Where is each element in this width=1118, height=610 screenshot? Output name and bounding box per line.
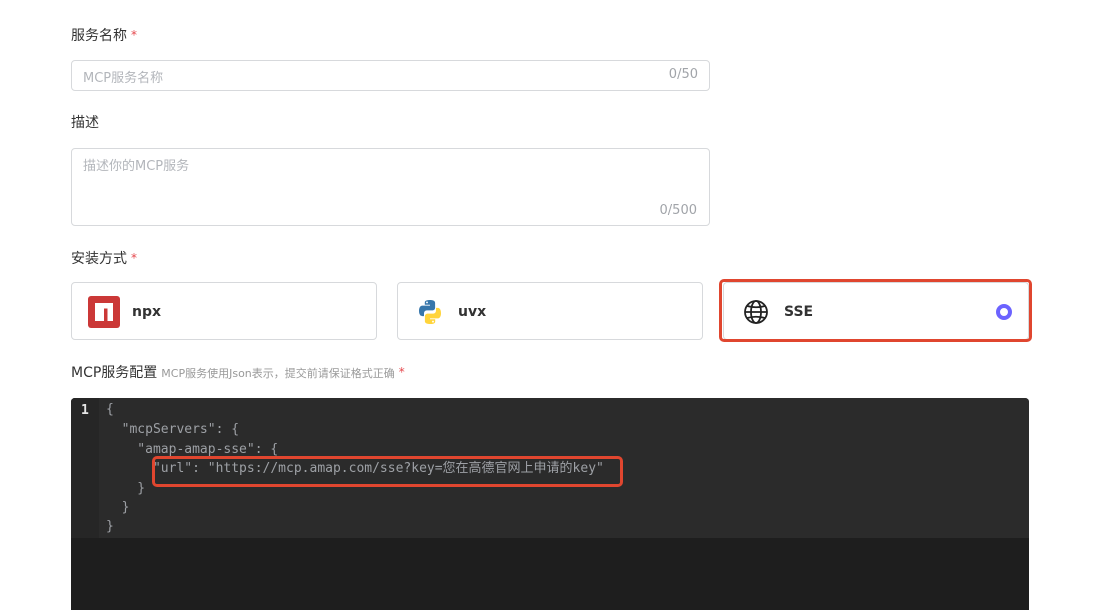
- code-line: "url": "https://mcp.amap.com/sse?key=您在高…: [106, 461, 604, 476]
- json-code-editor[interactable]: 1 { "mcpServers": { "amap-amap-sse": { "…: [71, 398, 1029, 610]
- npm-icon: [88, 296, 120, 328]
- required-mark: *: [131, 28, 137, 42]
- install-option-sse[interactable]: SSE: [723, 282, 1029, 340]
- description-label: 描述: [71, 115, 99, 131]
- code-line: }: [106, 519, 114, 534]
- editor-gutter: [71, 398, 99, 538]
- service-name-counter: 0/50: [668, 67, 698, 82]
- code-line: }: [106, 481, 146, 496]
- description-textarea[interactable]: 描述你的MCP服务 0/500: [71, 148, 710, 226]
- python-icon: [414, 296, 446, 328]
- globe-icon: [740, 296, 772, 328]
- service-name-placeholder: MCP服务名称: [83, 71, 164, 86]
- description-placeholder: 描述你的MCP服务: [83, 159, 190, 174]
- install-option-label: npx: [132, 304, 162, 320]
- required-mark: *: [131, 251, 137, 265]
- required-mark: *: [398, 365, 405, 379]
- install-option-label: uvx: [458, 304, 487, 320]
- config-hint: MCP服务使用Json表示，提交前请保证格式正确: [161, 367, 395, 380]
- install-option-uvx[interactable]: uvx: [397, 282, 703, 340]
- install-option-label: SSE: [784, 304, 814, 320]
- service-name-label: 服务名称 *: [71, 28, 137, 44]
- install-option-npx[interactable]: npx: [71, 282, 377, 340]
- code-line: }: [106, 500, 130, 515]
- line-number: 1: [81, 403, 89, 418]
- service-name-input[interactable]: MCP服务名称 0/50: [71, 60, 710, 91]
- code-line: "amap-amap-sse": {: [106, 442, 279, 457]
- code-line: "mcpServers": {: [106, 422, 240, 437]
- config-label: MCP服务配置 MCP服务使用Json表示，提交前请保证格式正确 *: [71, 365, 405, 381]
- install-method-label: 安装方式 *: [71, 251, 137, 267]
- description-counter: 0/500: [659, 203, 697, 218]
- code-line: {: [106, 402, 114, 417]
- selected-radio-indicator[interactable]: [996, 304, 1012, 320]
